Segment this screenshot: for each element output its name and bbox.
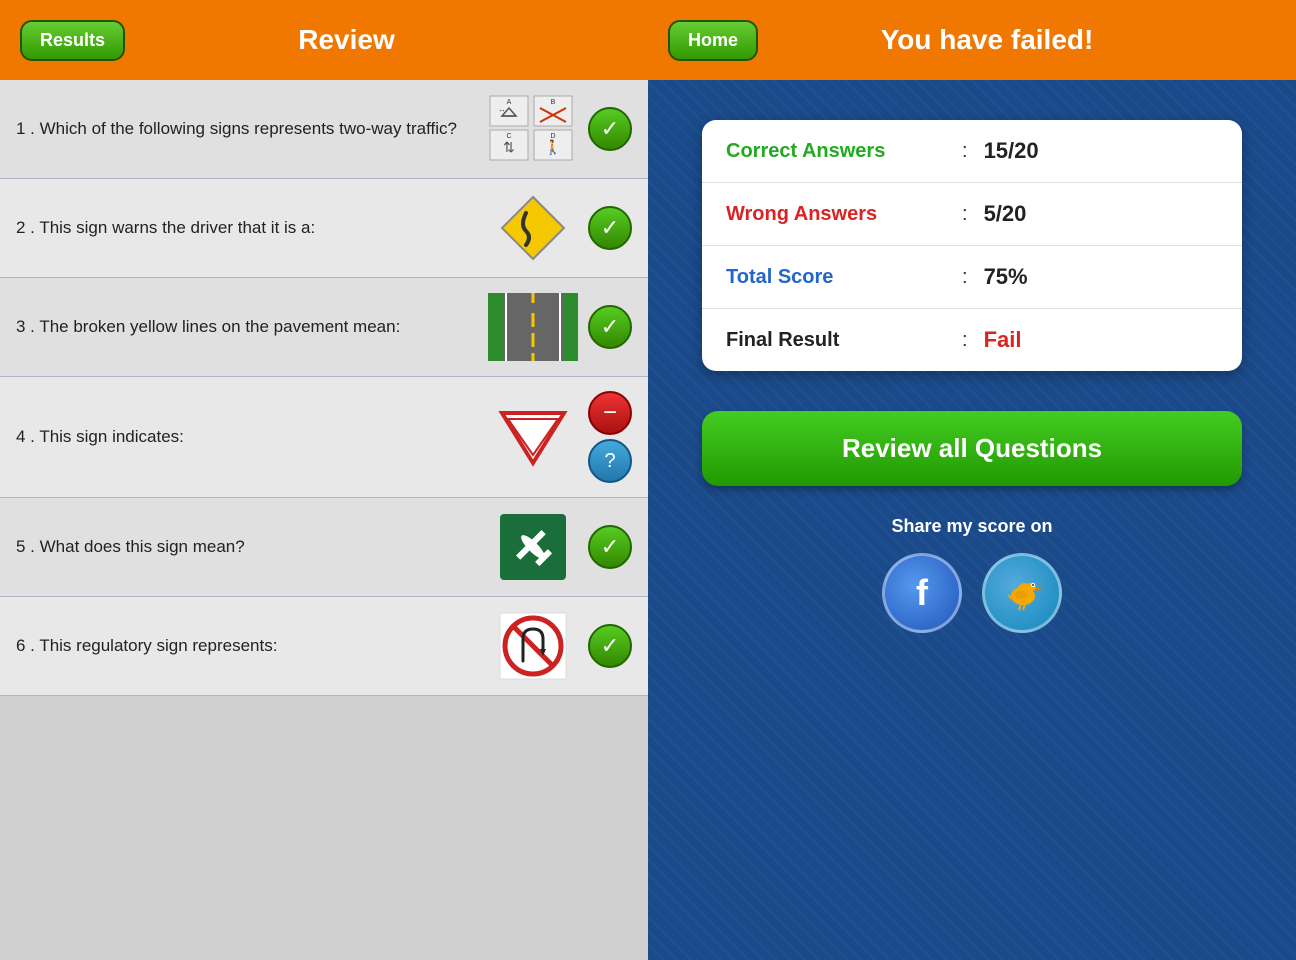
question-text: 3 . The broken yellow lines on the pavem… (16, 315, 478, 339)
question-item[interactable]: 4 . This sign indicates: (0, 377, 648, 498)
total-score-value: 75% (984, 264, 1028, 290)
wrong-answers-value: 5/20 (984, 201, 1027, 227)
checkmark-icon (601, 116, 619, 142)
checkmark-icon (601, 314, 619, 340)
question-image (488, 512, 578, 582)
status-icon-correct (588, 206, 632, 250)
question-image (488, 402, 578, 472)
svg-text:⇅: ⇅ (503, 139, 515, 155)
question-item[interactable]: 3 . The broken yellow lines on the pavem… (0, 278, 648, 377)
correct-answers-value: 15/20 (984, 138, 1039, 164)
colon: : (962, 203, 968, 226)
question-text: 4 . This sign indicates: (16, 425, 478, 449)
question-text: 2 . This sign warns the driver that it i… (16, 216, 478, 240)
checkmark-icon (601, 215, 619, 241)
questions-list: 1 . Which of the following signs represe… (0, 80, 648, 960)
total-score-label: Total Score (726, 266, 946, 289)
results-card: Correct Answers : 15/20 Wrong Answers : … (702, 120, 1242, 371)
review-all-questions-button[interactable]: Review all Questions (702, 411, 1242, 486)
twitter-bird-icon (1001, 572, 1043, 614)
svg-text:A: A (507, 99, 512, 106)
colon: : (962, 329, 968, 352)
share-label: Share my score on (891, 516, 1052, 537)
checkmark-icon (601, 633, 619, 659)
right-title: You have failed! (778, 24, 1196, 56)
status-icon-correct (588, 525, 632, 569)
svg-text:B: B (551, 99, 556, 106)
question-item[interactable]: 2 . This sign warns the driver that it i… (0, 179, 648, 278)
colon: : (962, 140, 968, 163)
facebook-button[interactable]: f (882, 553, 962, 633)
svg-text:🚶: 🚶 (544, 139, 561, 156)
home-button[interactable]: Home (668, 20, 758, 61)
question-text: 6 . This regulatory sign represents: (16, 634, 478, 658)
correct-answers-label: Correct Answers (726, 140, 946, 163)
question-mark-icon (604, 450, 615, 473)
wrong-answers-row: Wrong Answers : 5/20 (702, 183, 1242, 246)
status-icon-correct (588, 305, 632, 349)
question-text: 5 . What does this sign mean? (16, 535, 478, 559)
colon: : (962, 266, 968, 289)
left-title: Review (145, 24, 548, 56)
final-result-label: Final Result (726, 329, 946, 352)
total-score-row: Total Score : 75% (702, 246, 1242, 309)
final-result-value: Fail (984, 327, 1022, 353)
question-item[interactable]: 6 . This regulatory sign represents: (0, 597, 648, 696)
status-icon-unanswered (588, 439, 632, 483)
twitter-button[interactable] (982, 553, 1062, 633)
checkmark-icon (601, 534, 619, 560)
social-icons: f (882, 553, 1062, 633)
status-icon-correct (588, 624, 632, 668)
facebook-icon: f (916, 572, 928, 614)
wrong-answers-label: Wrong Answers (726, 203, 946, 226)
left-panel: Results Review 1 . Which of the followin… (0, 0, 648, 960)
status-icon-wrong (588, 391, 632, 435)
final-result-row: Final Result : Fail (702, 309, 1242, 371)
question-item[interactable]: 1 . Which of the following signs represe… (0, 80, 648, 179)
question-image (488, 193, 578, 263)
question-text: 1 . Which of the following signs represe… (16, 117, 478, 141)
status-icon-correct (588, 107, 632, 151)
question-item[interactable]: 5 . What does this sign mean? (0, 498, 648, 597)
results-button[interactable]: Results (20, 20, 125, 61)
svg-text:↔: ↔ (498, 105, 506, 114)
wrong-icon (603, 399, 617, 427)
question-image: A ↔ B C ⇅ D 🚶 (488, 94, 578, 164)
question-image (488, 292, 578, 362)
left-header: Results Review (0, 0, 648, 80)
right-header: Home You have failed! (648, 0, 1296, 80)
correct-answers-row: Correct Answers : 15/20 (702, 120, 1242, 183)
question-image (488, 611, 578, 681)
right-panel: Home You have failed! Correct Answers : … (648, 0, 1296, 960)
